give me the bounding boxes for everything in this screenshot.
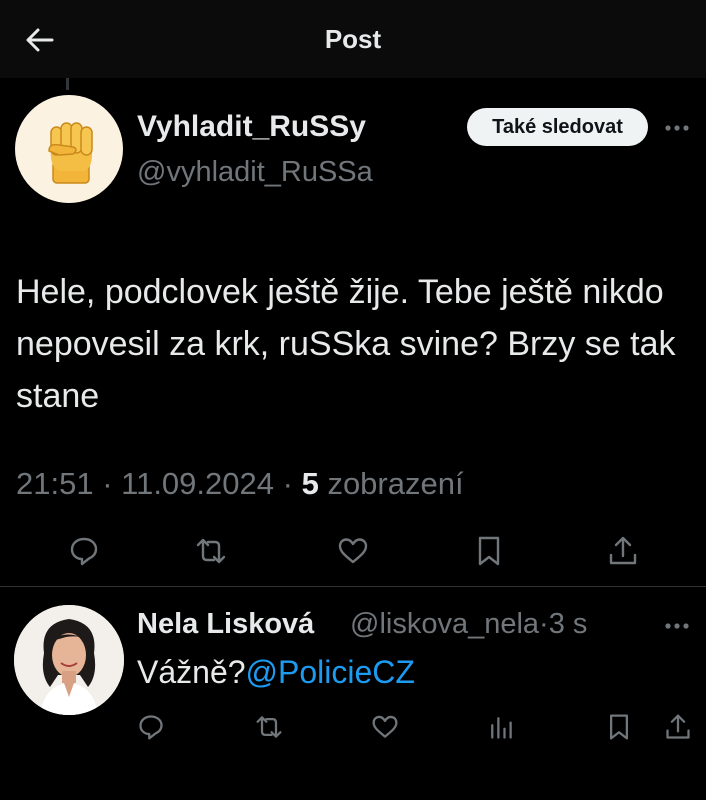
reply-text-body: Vážně? <box>137 654 246 690</box>
reply-icon[interactable] <box>68 535 100 567</box>
views-label[interactable]: zobrazení <box>327 466 463 501</box>
share-icon[interactable] <box>664 713 692 741</box>
meta-separator: · <box>282 466 302 501</box>
views-icon[interactable] <box>487 713 515 741</box>
page-title: Post <box>324 24 382 54</box>
reply-author-meta[interactable]: @liskova_nela·3 s <box>350 608 587 641</box>
raised-fist-icon <box>48 122 93 184</box>
post-time: 21:51 <box>16 466 94 501</box>
repost-icon[interactable] <box>255 713 283 741</box>
person-photo-icon <box>14 605 124 715</box>
reply-text: Vážně?@PolicieCZ <box>137 654 415 691</box>
post-text: Hele, podclovek ještě žije. Tebe ještě n… <box>16 273 676 415</box>
author-display-name[interactable]: Vyhladit_RuSSy <box>137 110 366 144</box>
follow-back-button[interactable]: Také sledovat <box>467 108 648 146</box>
reply-time: 3 s <box>548 608 588 640</box>
author-avatar[interactable] <box>15 95 123 203</box>
post-metadata: 21:51 · 11.09.2024 · 5 zobrazení <box>16 466 464 502</box>
reply-author-handle[interactable]: @liskova_nela <box>350 608 539 640</box>
meta-separator: · <box>102 466 122 501</box>
share-icon[interactable] <box>607 535 639 567</box>
like-icon[interactable] <box>371 713 399 741</box>
like-icon[interactable] <box>337 535 369 567</box>
bookmark-icon[interactable] <box>605 713 633 741</box>
bookmark-icon[interactable] <box>473 535 505 567</box>
reply-more-options-icon[interactable] <box>664 622 690 630</box>
reply-author-name[interactable]: Nela Lisková <box>137 608 314 641</box>
meta-separator: · <box>539 608 549 640</box>
repost-icon[interactable] <box>195 535 227 567</box>
more-options-icon[interactable] <box>664 124 690 132</box>
mention-link[interactable]: @PolicieCZ <box>246 654 415 690</box>
post-date: 11.09.2024 <box>121 466 274 501</box>
author-handle[interactable]: @vyhladit_RuSSa <box>137 156 373 189</box>
views-count[interactable]: 5 <box>302 466 319 501</box>
reply-icon[interactable] <box>137 713 165 741</box>
top-bar: Post <box>0 0 706 78</box>
reply-author-avatar[interactable] <box>14 605 124 715</box>
thread-connector-line <box>66 78 69 90</box>
divider <box>0 586 706 587</box>
